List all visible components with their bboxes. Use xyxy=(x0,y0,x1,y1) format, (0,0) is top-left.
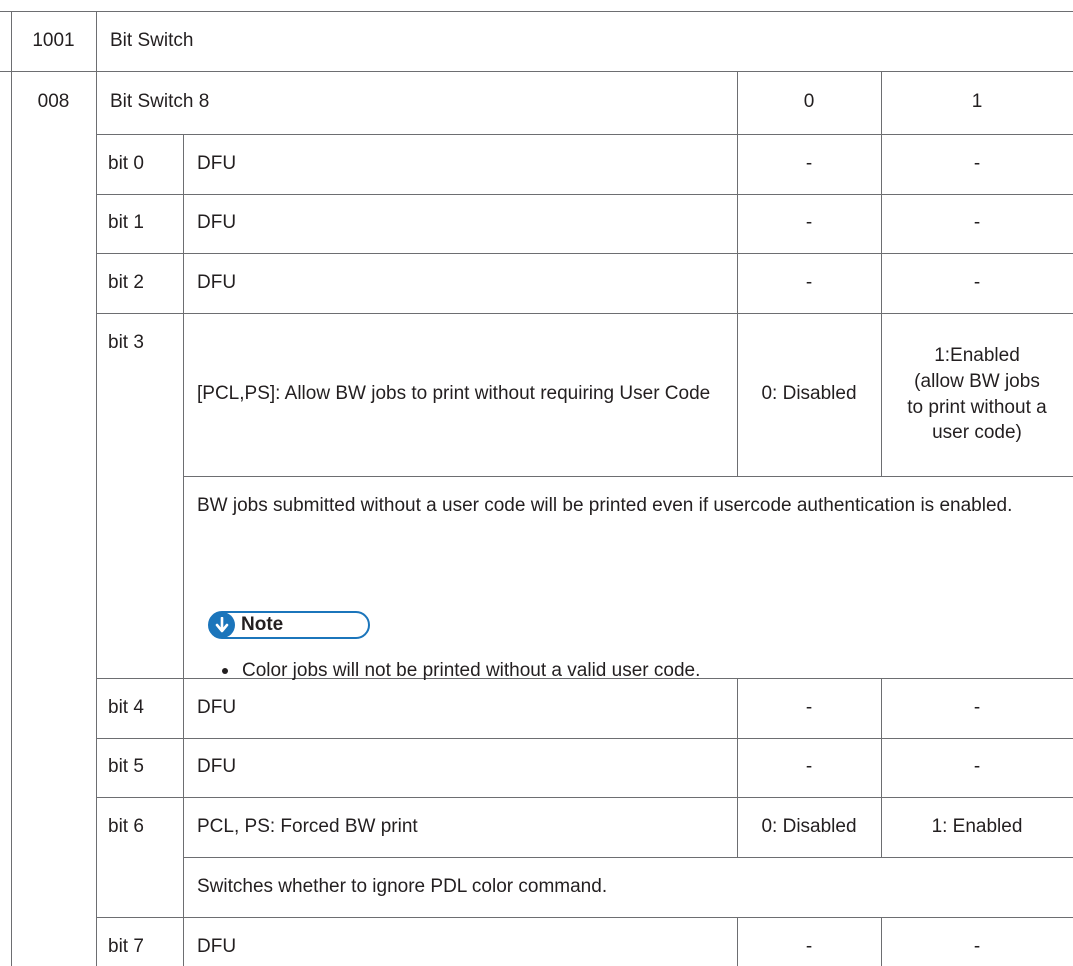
col-divider xyxy=(183,134,184,678)
value-1: 1: Enabled xyxy=(931,815,1023,837)
value-0: 0: Disabled xyxy=(761,815,857,837)
bit-label: bit 0 xyxy=(108,152,144,174)
bit-description: [PCL,PS]: Allow BW jobs to print without… xyxy=(197,383,711,405)
bit-label: bit 4 xyxy=(108,696,144,718)
col1-header: 1 xyxy=(971,91,983,113)
value-1: - xyxy=(973,756,981,778)
value-1-line: user code) xyxy=(932,422,1022,444)
bit-description: DFU xyxy=(197,271,237,293)
note-badge: Note xyxy=(208,611,370,639)
value-1: - xyxy=(973,936,981,957)
bit-description: DFU xyxy=(197,212,237,234)
value-0: 0: Disabled xyxy=(761,383,857,405)
down-arrow-circle-icon xyxy=(209,612,235,638)
value-1-line: to print without a xyxy=(907,396,1047,418)
note-label: Note xyxy=(241,614,284,635)
value-0: - xyxy=(805,271,813,293)
value-1: 1:Enabled (allow BW jobs to print withou… xyxy=(881,313,1073,476)
value-1-line: (allow BW jobs xyxy=(914,370,1040,392)
value-0: - xyxy=(805,936,813,957)
col-divider xyxy=(11,11,12,966)
value-0: - xyxy=(805,696,813,718)
bit-switch-table: 1001 Bit Switch 008 Bit Switch 8 0 1 bit… xyxy=(0,0,1073,966)
bit-description: DFU xyxy=(197,936,237,957)
bit-description: DFU xyxy=(197,756,237,778)
value-0: - xyxy=(805,152,813,174)
col-divider xyxy=(183,678,184,966)
bit-description: DFU xyxy=(197,152,237,174)
bit6-detail-text: Switches whether to ignore PDL color com… xyxy=(197,875,608,897)
value-1: - xyxy=(973,696,981,718)
switch-code: 008 xyxy=(37,91,70,113)
switch-title: Bit Switch 8 xyxy=(110,91,210,113)
bit3-detail-text: BW jobs submitted without a user code wi… xyxy=(197,495,1013,516)
bit-label: bit 2 xyxy=(108,271,144,293)
bullet-icon xyxy=(222,668,228,674)
bit-label: bit 7 xyxy=(108,936,144,957)
value-0: - xyxy=(805,212,813,234)
value-1: - xyxy=(973,271,981,293)
value-1: - xyxy=(973,212,981,234)
header-code: 1001 xyxy=(32,29,75,51)
bit-label: bit 3 xyxy=(108,331,144,353)
row-divider xyxy=(183,476,1073,477)
bit-label: bit 6 xyxy=(108,815,144,837)
bit-label: bit 5 xyxy=(108,756,144,778)
col0-header: 0 xyxy=(803,91,815,113)
bit-description: DFU xyxy=(197,696,237,718)
bit-description: PCL, PS: Forced BW print xyxy=(197,815,418,837)
header-title: Bit Switch xyxy=(110,29,194,51)
col-divider xyxy=(96,11,97,966)
value-1: - xyxy=(973,152,981,174)
value-1-line: 1:Enabled xyxy=(934,345,1020,367)
bit-label: bit 1 xyxy=(108,212,144,234)
value-0: - xyxy=(805,756,813,778)
